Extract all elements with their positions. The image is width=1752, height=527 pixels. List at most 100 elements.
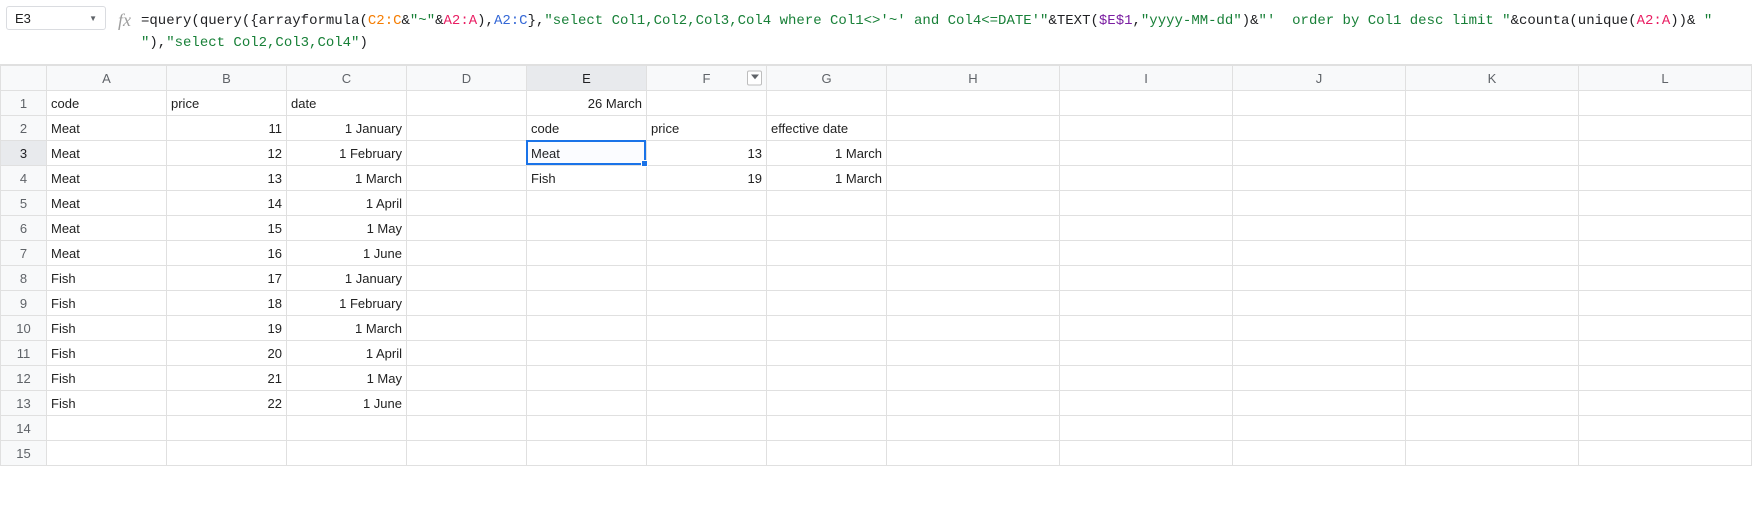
row-header-12[interactable]: 12 — [1, 366, 47, 391]
cell-F5[interactable] — [647, 191, 767, 216]
cell-G15[interactable] — [767, 441, 887, 466]
cell-A15[interactable] — [47, 441, 167, 466]
column-header-K[interactable]: K — [1406, 66, 1579, 91]
cell-L11[interactable] — [1579, 341, 1752, 366]
cell-I1[interactable] — [1060, 91, 1233, 116]
cell-H3[interactable] — [887, 141, 1060, 166]
cell-F13[interactable] — [647, 391, 767, 416]
cell-I8[interactable] — [1060, 266, 1233, 291]
cell-L5[interactable] — [1579, 191, 1752, 216]
cell-F11[interactable] — [647, 341, 767, 366]
cell-G10[interactable] — [767, 316, 887, 341]
cell-B9[interactable]: 18 — [167, 291, 287, 316]
row-header-9[interactable]: 9 — [1, 291, 47, 316]
cell-L3[interactable] — [1579, 141, 1752, 166]
row-header-10[interactable]: 10 — [1, 316, 47, 341]
cell-D3[interactable] — [407, 141, 527, 166]
cell-G5[interactable] — [767, 191, 887, 216]
cell-E14[interactable] — [527, 416, 647, 441]
cell-K6[interactable] — [1406, 216, 1579, 241]
row-header-2[interactable]: 2 — [1, 116, 47, 141]
cell-L9[interactable] — [1579, 291, 1752, 316]
column-header-H[interactable]: H — [887, 66, 1060, 91]
cell-A2[interactable]: Meat — [47, 116, 167, 141]
cell-H7[interactable] — [887, 241, 1060, 266]
cell-K13[interactable] — [1406, 391, 1579, 416]
cell-A1[interactable]: code — [47, 91, 167, 116]
cell-L4[interactable] — [1579, 166, 1752, 191]
cell-D2[interactable] — [407, 116, 527, 141]
cell-I9[interactable] — [1060, 291, 1233, 316]
cell-E10[interactable] — [527, 316, 647, 341]
cell-G4[interactable]: 1 March — [767, 166, 887, 191]
cell-E15[interactable] — [527, 441, 647, 466]
cell-J12[interactable] — [1233, 366, 1406, 391]
cell-D7[interactable] — [407, 241, 527, 266]
cell-B10[interactable]: 19 — [167, 316, 287, 341]
cell-J6[interactable] — [1233, 216, 1406, 241]
cell-C14[interactable] — [287, 416, 407, 441]
cell-D15[interactable] — [407, 441, 527, 466]
column-header-L[interactable]: L — [1579, 66, 1752, 91]
column-header-J[interactable]: J — [1233, 66, 1406, 91]
cell-E8[interactable] — [527, 266, 647, 291]
cell-E2[interactable]: code — [527, 116, 647, 141]
cell-F12[interactable] — [647, 366, 767, 391]
cell-H2[interactable] — [887, 116, 1060, 141]
formula-bar[interactable]: =query(query({arrayformula(C2:C&"~"&A2:A… — [141, 4, 1752, 60]
cell-E5[interactable] — [527, 191, 647, 216]
cell-K11[interactable] — [1406, 341, 1579, 366]
cell-C9[interactable]: 1 February — [287, 291, 407, 316]
row-header-3[interactable]: 3 — [1, 141, 47, 166]
select-all-corner[interactable] — [1, 66, 47, 91]
row-header-11[interactable]: 11 — [1, 341, 47, 366]
cell-K12[interactable] — [1406, 366, 1579, 391]
row-header-13[interactable]: 13 — [1, 391, 47, 416]
cell-I3[interactable] — [1060, 141, 1233, 166]
cell-D1[interactable] — [407, 91, 527, 116]
cell-L15[interactable] — [1579, 441, 1752, 466]
cell-E4[interactable]: Fish — [527, 166, 647, 191]
cell-D12[interactable] — [407, 366, 527, 391]
cell-B7[interactable]: 16 — [167, 241, 287, 266]
cell-J14[interactable] — [1233, 416, 1406, 441]
cell-C5[interactable]: 1 April — [287, 191, 407, 216]
cell-K8[interactable] — [1406, 266, 1579, 291]
cell-A3[interactable]: Meat — [47, 141, 167, 166]
cell-K5[interactable] — [1406, 191, 1579, 216]
cell-D8[interactable] — [407, 266, 527, 291]
cell-H13[interactable] — [887, 391, 1060, 416]
column-header-E[interactable]: E — [527, 66, 647, 91]
cell-E12[interactable] — [527, 366, 647, 391]
cell-D5[interactable] — [407, 191, 527, 216]
column-header-F[interactable]: F — [647, 66, 767, 91]
cell-F1[interactable] — [647, 91, 767, 116]
cell-L2[interactable] — [1579, 116, 1752, 141]
cell-G6[interactable] — [767, 216, 887, 241]
cell-G9[interactable] — [767, 291, 887, 316]
cell-C15[interactable] — [287, 441, 407, 466]
cell-C12[interactable]: 1 May — [287, 366, 407, 391]
cell-F2[interactable]: price — [647, 116, 767, 141]
cell-H11[interactable] — [887, 341, 1060, 366]
cell-F9[interactable] — [647, 291, 767, 316]
cell-K4[interactable] — [1406, 166, 1579, 191]
cell-B6[interactable]: 15 — [167, 216, 287, 241]
cell-A9[interactable]: Fish — [47, 291, 167, 316]
cell-B15[interactable] — [167, 441, 287, 466]
cell-L10[interactable] — [1579, 316, 1752, 341]
cell-B2[interactable]: 11 — [167, 116, 287, 141]
cell-J7[interactable] — [1233, 241, 1406, 266]
cell-J5[interactable] — [1233, 191, 1406, 216]
cell-J4[interactable] — [1233, 166, 1406, 191]
cell-D10[interactable] — [407, 316, 527, 341]
cell-K9[interactable] — [1406, 291, 1579, 316]
cell-D11[interactable] — [407, 341, 527, 366]
cell-A10[interactable]: Fish — [47, 316, 167, 341]
cell-L14[interactable] — [1579, 416, 1752, 441]
cell-K10[interactable] — [1406, 316, 1579, 341]
cell-I2[interactable] — [1060, 116, 1233, 141]
cell-G13[interactable] — [767, 391, 887, 416]
cell-E7[interactable] — [527, 241, 647, 266]
cell-I15[interactable] — [1060, 441, 1233, 466]
